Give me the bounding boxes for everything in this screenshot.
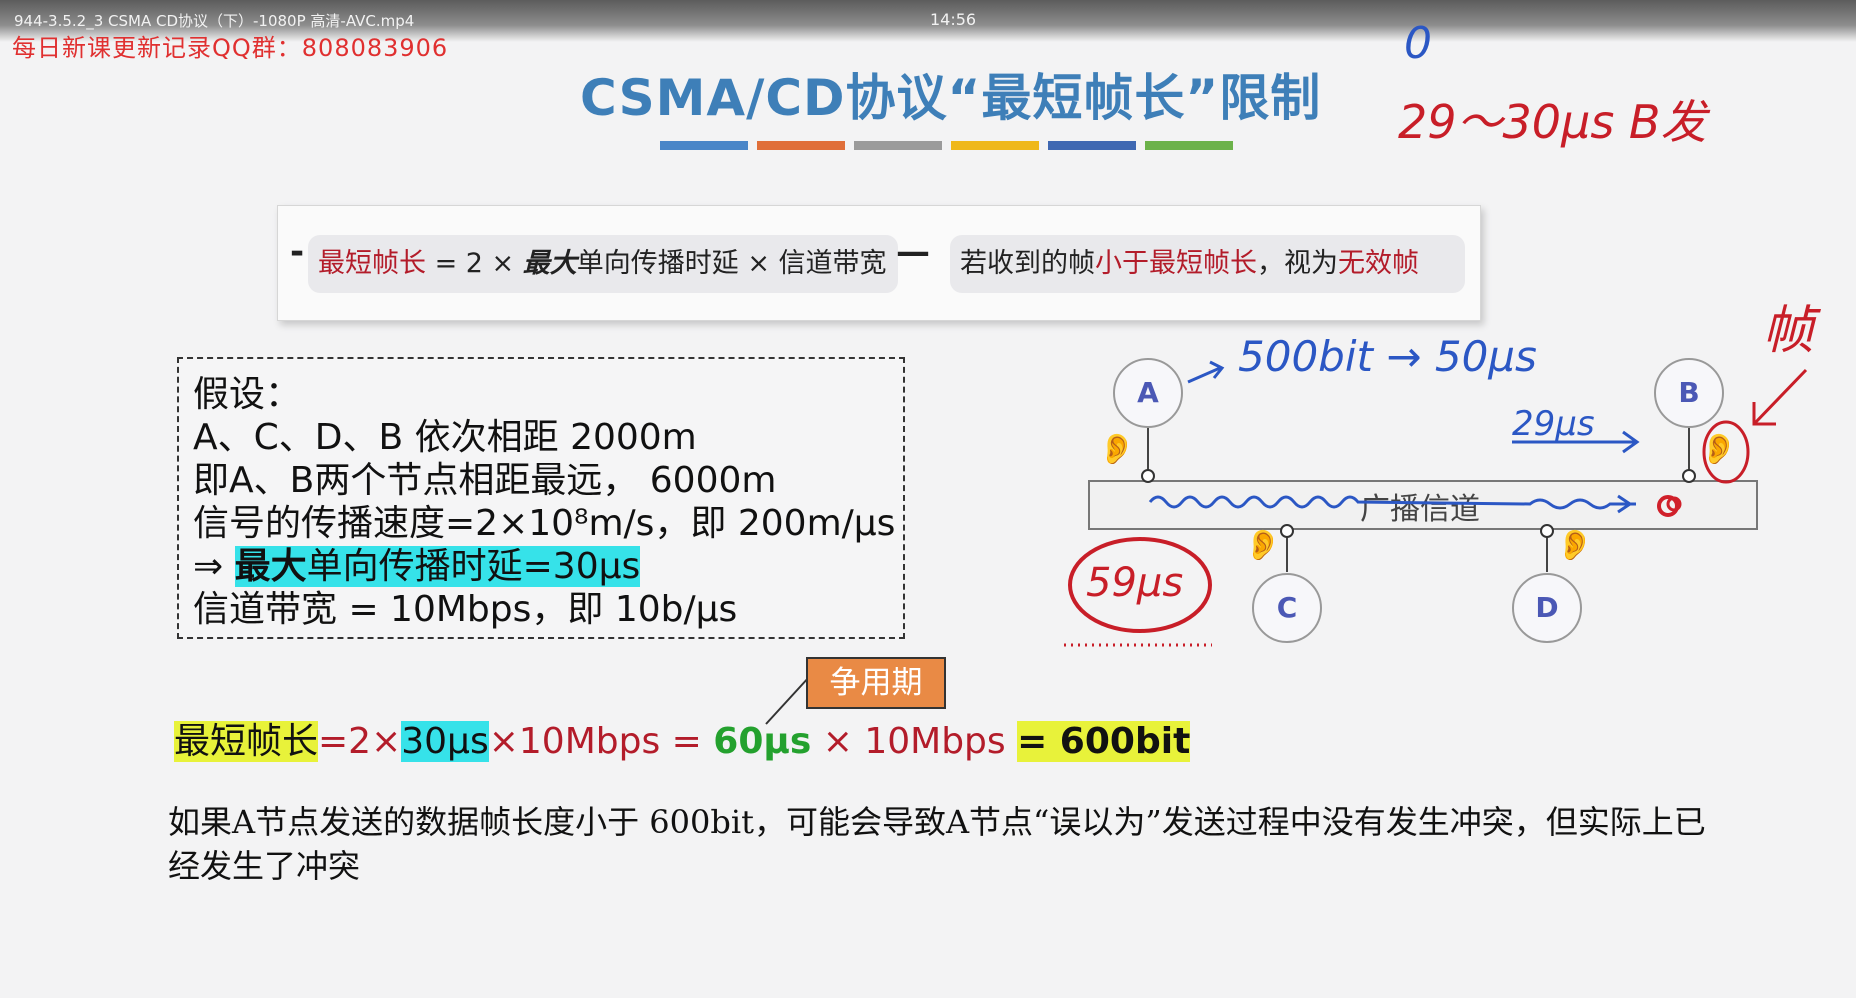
handwriting-29us: 29μs [1512, 404, 1595, 444]
handwriting-rate: 500bit → 50μs [1238, 332, 1537, 381]
handwriting-time-range: 29～30μs B发 [1398, 95, 1707, 149]
handwriting-frame-char: 帧 [1762, 301, 1815, 361]
handwriting-zero: 0 [1404, 18, 1432, 69]
handwriting-59us: 59μs [1086, 560, 1184, 606]
